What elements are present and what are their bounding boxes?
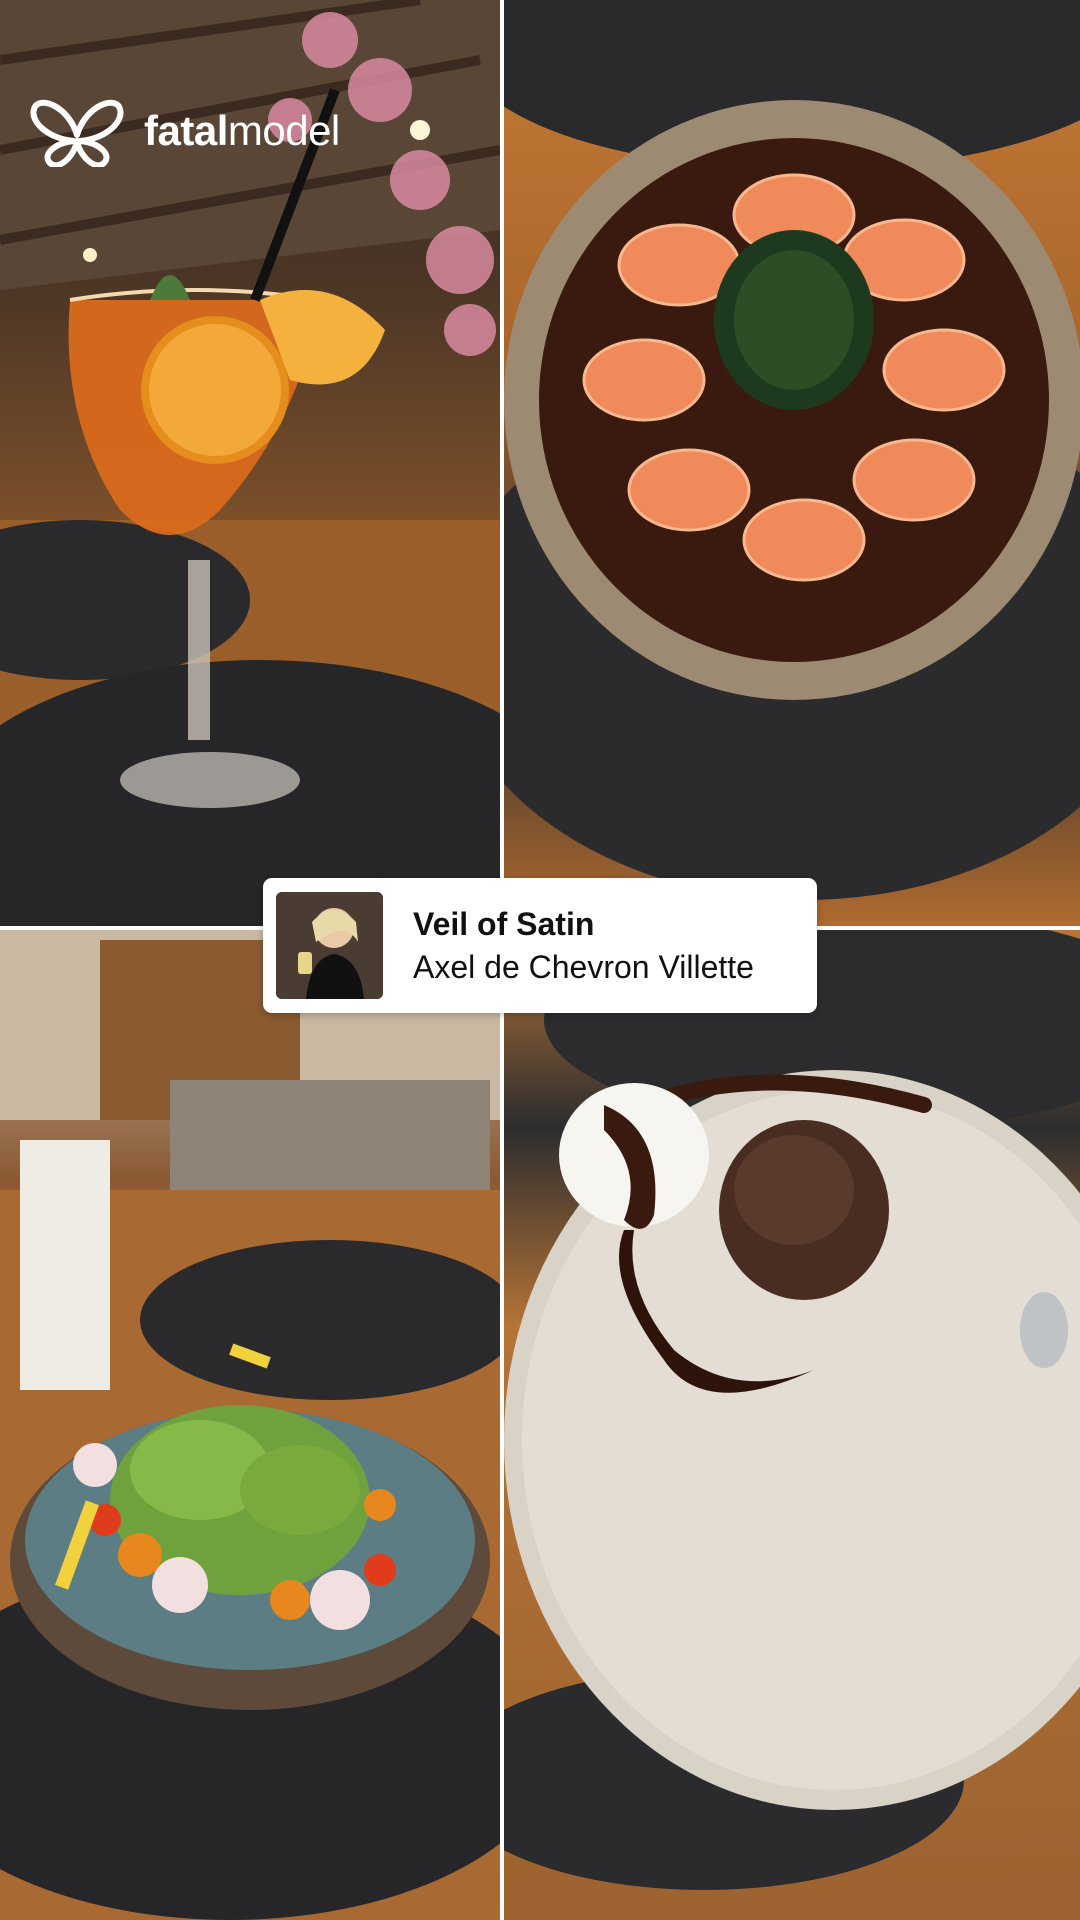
song-title: Veil of Satin [413, 905, 595, 942]
salmon-illustration [504, 0, 1080, 900]
song-artist: Axel de Chevron Villette [413, 948, 754, 985]
photo-dessert [504, 930, 1080, 1920]
photo-salad [0, 930, 500, 1920]
album-cover-art [276, 892, 383, 999]
butterfly-icon [30, 99, 124, 167]
track-info: Veil of Satin Axel de Chevron Villette [413, 906, 754, 986]
logo-wordmark: fatalmodel [144, 107, 340, 154]
music-sticker[interactable]: Veil of Satin Axel de Chevron Villette [263, 878, 817, 1013]
brand-logo[interactable]: fatalmodel [28, 95, 340, 167]
photo-cocktail: fatalmodel [0, 0, 500, 926]
salad-illustration [0, 930, 500, 1920]
dessert-illustration [504, 930, 1080, 1890]
photo-salmon [504, 0, 1080, 926]
album-cover [276, 892, 383, 999]
